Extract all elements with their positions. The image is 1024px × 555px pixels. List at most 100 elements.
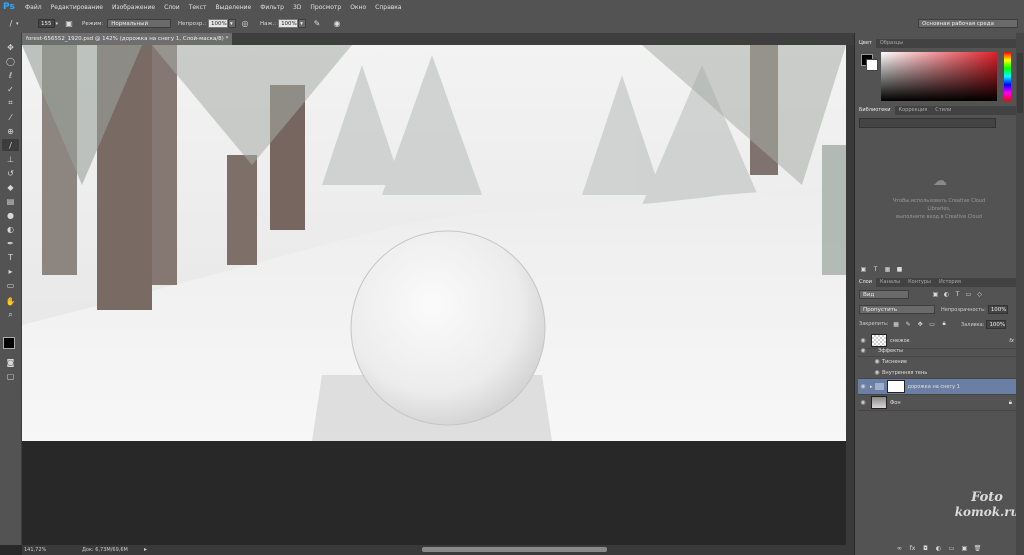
marquee-icon[interactable]: ◯ — [2, 55, 19, 67]
heal-icon[interactable]: ⊕ — [2, 125, 19, 137]
add-text-icon[interactable]: T — [871, 265, 880, 273]
quick-mask-icon[interactable]: ◙ — [2, 356, 19, 368]
path-select-icon[interactable]: ▸ — [2, 265, 19, 277]
expand-arrow-icon[interactable]: ▸ — [870, 384, 873, 390]
lock-position-icon[interactable]: ✥ — [916, 320, 925, 328]
new-layer-icon[interactable]: ▣ — [960, 544, 969, 552]
panel-background-swatch[interactable] — [866, 59, 878, 71]
tab-swatches[interactable]: Образцы — [876, 39, 907, 48]
opacity-dropdown[interactable]: ▾ — [228, 19, 236, 28]
shape-icon[interactable]: ▭ — [2, 279, 19, 291]
eraser-icon[interactable]: ◆ — [2, 181, 19, 193]
move-icon[interactable]: ✥ — [2, 41, 19, 53]
lock-artboard-icon[interactable]: ▭ — [928, 320, 937, 328]
tab-layers[interactable]: Слои — [855, 278, 876, 287]
filter-adjust-icon[interactable]: ◐ — [942, 290, 951, 298]
menu-view[interactable]: Просмотр — [310, 4, 341, 11]
horizontal-scroll-thumb[interactable] — [422, 547, 607, 552]
add-color-icon[interactable]: ■ — [895, 265, 904, 273]
eye-icon[interactable]: ◉ — [858, 383, 868, 390]
eye-icon[interactable]: ◉ — [872, 369, 882, 376]
library-select[interactable] — [859, 118, 996, 128]
size-pressure-toggle[interactable]: ◉ — [332, 18, 342, 29]
lock-all-icon[interactable]: 🔒︎ — [940, 320, 949, 328]
pressure-dropdown[interactable]: ▾ — [298, 19, 307, 28]
tab-paths[interactable]: Контуры — [904, 278, 935, 287]
pen-icon[interactable]: ✒ — [2, 237, 19, 249]
eye-icon[interactable]: ◉ — [858, 347, 868, 354]
kind-filter[interactable]: Вид — [859, 290, 909, 299]
zoom-level[interactable]: 141,72% — [24, 547, 46, 553]
add-style-fx-icon[interactable]: fx — [908, 544, 917, 552]
blend-mode-select[interactable]: Пропустить — [859, 305, 935, 314]
delete-layer-icon[interactable]: 🗑︎ — [973, 544, 982, 552]
eye-icon[interactable]: ◉ — [858, 337, 868, 344]
airbrush-toggle[interactable]: ✎ — [312, 18, 322, 29]
pressure-input[interactable]: 100% — [278, 19, 299, 28]
hand-icon[interactable]: ✋ — [2, 295, 19, 307]
canvas-vertical-scrollbar[interactable] — [846, 45, 854, 545]
zoom-icon[interactable]: ⌕ — [2, 309, 19, 321]
quick-select-icon[interactable]: ✓ — [2, 83, 19, 95]
fx-icon[interactable]: fx — [1009, 338, 1014, 344]
menu-window[interactable]: Окно — [350, 4, 366, 11]
lasso-icon[interactable]: ℓ — [2, 69, 19, 81]
tab-styles[interactable]: Стили — [931, 106, 955, 115]
add-graphic-icon[interactable]: ▣ — [859, 265, 868, 273]
brush-icon[interactable]: / — [2, 139, 19, 151]
tab-color[interactable]: Цвет — [855, 39, 876, 48]
layer-mask-thumbnail[interactable] — [886, 380, 905, 393]
menu-file[interactable]: Файл — [25, 4, 42, 11]
menu-type[interactable]: Текст — [189, 4, 207, 11]
crop-icon[interactable]: ⌗ — [2, 97, 19, 109]
foreground-color-swatch[interactable] — [3, 337, 15, 349]
status-menu-arrow-icon[interactable]: ▸ — [144, 546, 147, 553]
effect-inner-shadow-row[interactable]: ◉ Внутренняя тень — [858, 367, 1018, 379]
lock-image-icon[interactable]: ✎ — [904, 320, 913, 328]
filter-type-icon[interactable]: T — [953, 290, 962, 298]
brush-panel-toggle[interactable]: ▣ — [64, 18, 74, 29]
filter-pixel-icon[interactable]: ▣ — [931, 290, 940, 298]
blur-icon[interactable]: ● — [2, 209, 19, 221]
menu-3d[interactable]: 3D — [293, 4, 301, 11]
new-group-icon[interactable]: ▭ — [947, 544, 956, 552]
menu-select[interactable]: Выделение — [215, 4, 251, 11]
type-icon[interactable]: T — [2, 251, 19, 263]
add-style-icon[interactable]: ▦ — [883, 265, 892, 273]
brush-size-picker[interactable]: 155 ▾ — [38, 18, 58, 29]
panel-scrollbar[interactable] — [1017, 53, 1023, 113]
menu-image[interactable]: Изображение — [112, 4, 155, 11]
opacity-pressure-toggle[interactable]: ◎ — [240, 18, 250, 29]
lock-transparent-icon[interactable]: ▦ — [892, 320, 901, 328]
tab-libraries[interactable]: Библиотеки — [855, 106, 895, 115]
workspace-select[interactable]: Основная рабочая среда — [918, 19, 1018, 28]
screen-mode-icon[interactable]: ▢ — [2, 370, 19, 382]
layer-opacity-input[interactable]: 100% — [987, 305, 1008, 314]
eye-icon[interactable]: ◉ — [872, 358, 882, 365]
effect-emboss-row[interactable]: ◉ Тиснение — [858, 356, 1018, 367]
tab-channels[interactable]: Каналы — [876, 278, 904, 287]
add-mask-icon[interactable]: ◘ — [921, 544, 930, 552]
menu-layers[interactable]: Слои — [164, 4, 180, 11]
layer-row-background[interactable]: ◉ Фон 🔒︎ — [858, 395, 1018, 411]
new-adjustment-icon[interactable]: ◐ — [934, 544, 943, 552]
filter-smart-icon[interactable]: ◇ — [975, 290, 984, 298]
history-brush-icon[interactable]: ↺ — [2, 167, 19, 179]
menu-edit[interactable]: Редактирование — [51, 4, 103, 11]
stamp-icon[interactable]: ⊥ — [2, 153, 19, 165]
eye-icon[interactable]: ◉ — [858, 399, 868, 406]
kind-filter-select[interactable]: Вид — [859, 290, 909, 299]
link-layers-icon[interactable]: ∞ — [895, 544, 904, 552]
hue-slider[interactable] — [1004, 52, 1011, 101]
opacity-input[interactable]: 100% — [208, 19, 228, 28]
menu-help[interactable]: Справка — [375, 4, 401, 11]
document-tab[interactable]: forest-656552_1920.psd @ 142% (дорожка н… — [22, 33, 232, 45]
color-field[interactable] — [881, 52, 997, 101]
mode-select[interactable]: Нормальный — [107, 19, 172, 28]
gradient-icon[interactable]: ▤ — [2, 195, 19, 207]
document-canvas[interactable] — [22, 45, 846, 441]
tab-adjustments[interactable]: Коррекция — [895, 106, 932, 115]
filter-shape-icon[interactable]: ▭ — [964, 290, 973, 298]
brush-preset-picker[interactable]: / ▾ — [6, 18, 19, 29]
tab-history[interactable]: История — [935, 278, 965, 287]
